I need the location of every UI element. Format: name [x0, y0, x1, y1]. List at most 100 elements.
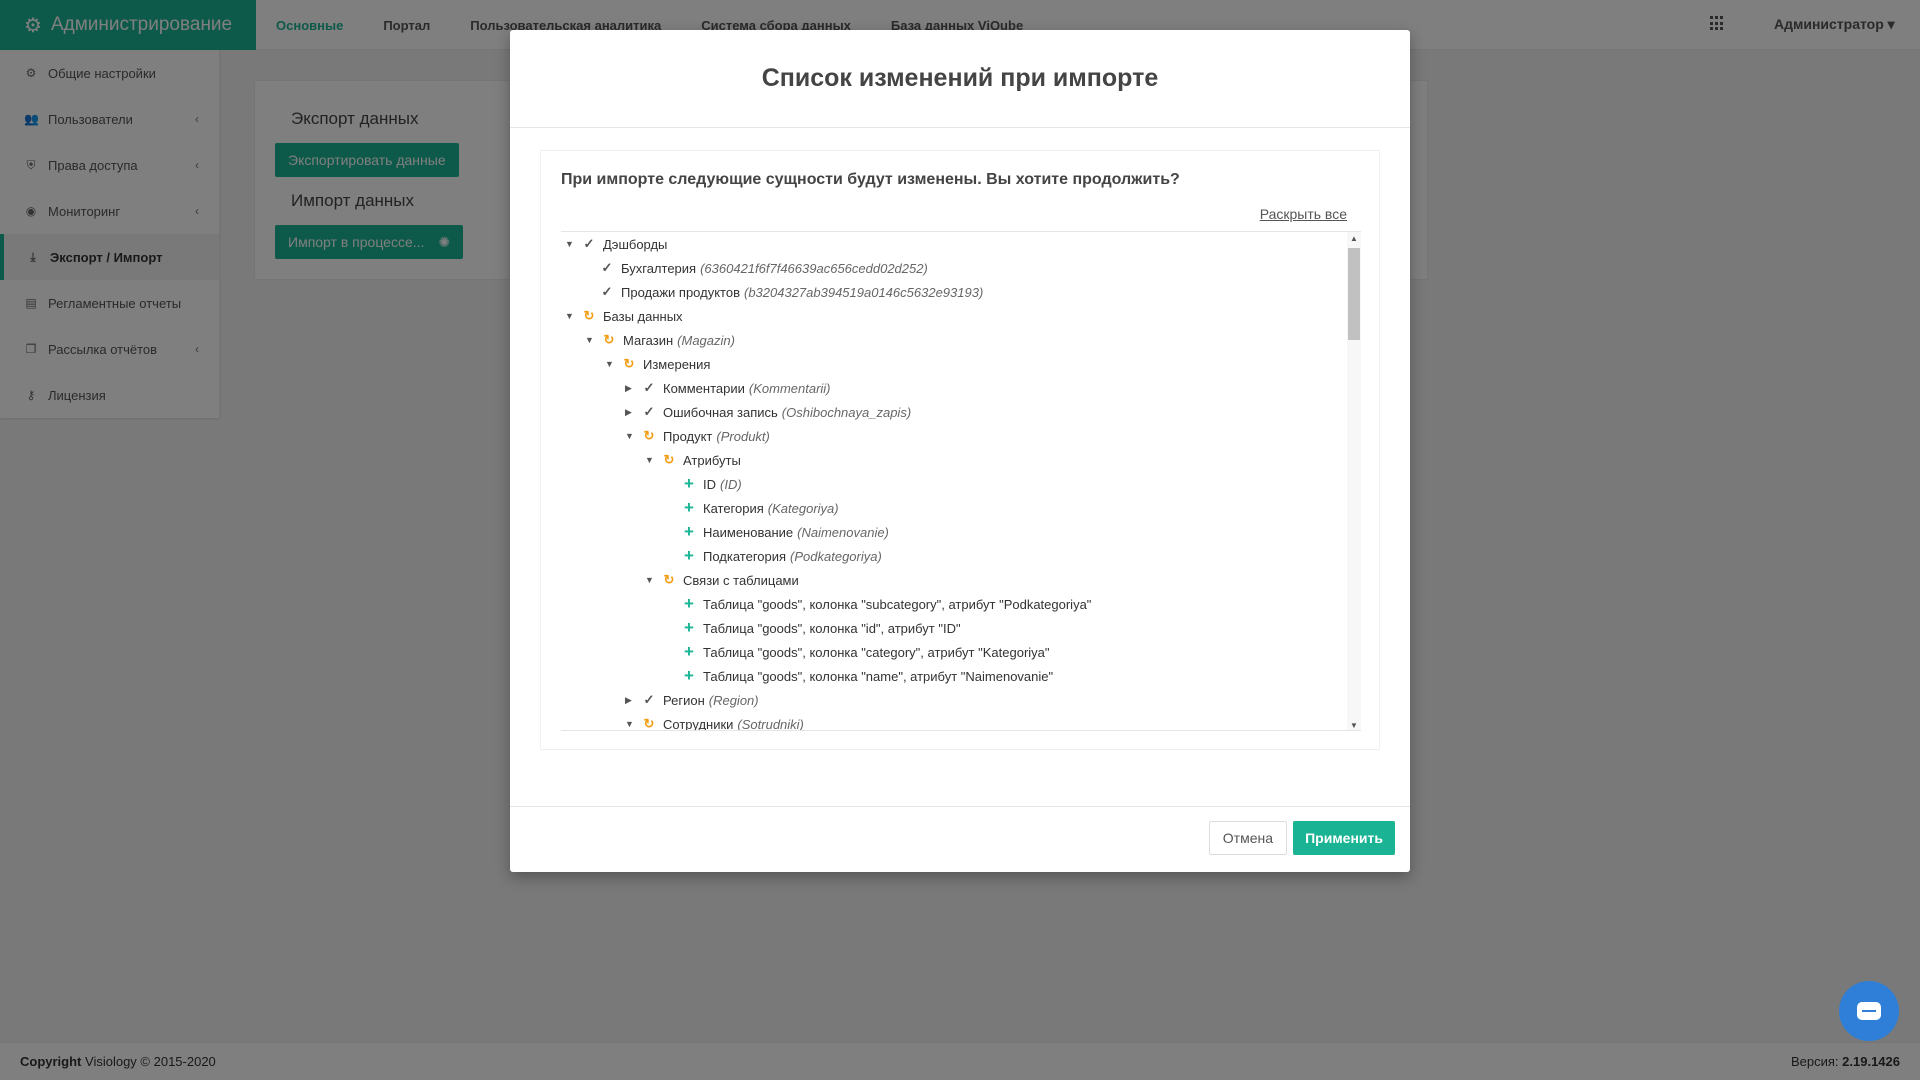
tree-node-name: Бухгалтерия	[621, 260, 697, 276]
plus-icon: +	[684, 546, 694, 565]
scroll-up-icon[interactable]: ▲	[1350, 234, 1358, 243]
plus-icon: +	[684, 498, 694, 517]
tree-node-code: (Magazin)	[677, 332, 735, 348]
tree-node-name: Категория	[703, 500, 764, 516]
sync-icon: ↻	[643, 428, 655, 443]
check-icon: ✓	[643, 692, 655, 707]
tree-node[interactable]: + Подкатегория (Podkategoriya)	[665, 544, 882, 568]
sync-icon: ↻	[623, 356, 635, 371]
tree-node-id: (b3204327ab394519a0146c5632e93193)	[743, 284, 984, 300]
scrollbar-thumb[interactable]	[1348, 248, 1360, 340]
tree-node-name: Комментарии	[663, 380, 745, 396]
tree-node-name: ID	[703, 476, 716, 492]
check-icon: ✓	[601, 260, 613, 275]
check-icon: ✓	[583, 236, 595, 251]
plus-icon: +	[684, 666, 694, 685]
tree-node[interactable]: ▼ ↻ Связи с таблицами	[645, 568, 799, 592]
tree-node[interactable]: ▶ ✓ Регион (Region)	[625, 688, 759, 712]
tree-node[interactable]: ▼ ↻ Магазин (Magazin)	[585, 328, 735, 352]
tree-node-name: Базы данных	[603, 308, 683, 324]
check-icon: ✓	[601, 284, 613, 299]
chat-icon	[1857, 1002, 1881, 1020]
modal-body: При импорте следующие сущности будут изм…	[540, 150, 1380, 750]
apply-button[interactable]: Применить	[1293, 821, 1395, 855]
scroll-down-icon[interactable]: ▼	[1350, 721, 1358, 730]
tree-node[interactable]: ▼ ↻ Базы данных	[565, 304, 683, 328]
tree-node[interactable]: ▶ ✓ Ошибочная запись (Oshibochnaya_zapis…	[625, 400, 911, 424]
tree-node-code: (Produkt)	[716, 428, 770, 444]
tree-node-name: Таблица "goods", колонка "id", атрибут "…	[703, 620, 961, 636]
check-icon: ✓	[643, 380, 655, 395]
tree-node[interactable]: ▶ ✓ Комментарии (Kommentarii)	[625, 376, 831, 400]
tree-node[interactable]: ▼ ↻ Сотрудники (Sotrudniki)	[625, 712, 804, 731]
changes-tree[interactable]: ▼ ✓ Дэшборды ✓ Бухгалтерия (6360421f6f7f…	[561, 231, 1361, 731]
caret-down-icon[interactable]: ▼	[645, 455, 659, 465]
tree-node[interactable]: ▼ ↻ Продукт (Produkt)	[625, 424, 770, 448]
tree-node-name: Наименование	[703, 524, 794, 540]
cancel-button[interactable]: Отмена	[1208, 821, 1287, 855]
caret-right-icon[interactable]: ▶	[625, 383, 639, 394]
tree-node-code: (Sotrudniki)	[737, 716, 804, 731]
tree-node[interactable]: + ID (ID)	[665, 472, 742, 496]
tree-node-name: Магазин	[623, 332, 674, 348]
tree-node-name: Регион	[663, 692, 705, 708]
tree-node-code: (Region)	[708, 692, 759, 708]
plus-icon: +	[684, 618, 694, 637]
tree-node[interactable]: + Таблица "goods", колонка "subcategory"…	[665, 592, 1091, 616]
tree-node-code: (Podkategoriya)	[790, 548, 882, 564]
caret-down-icon[interactable]: ▼	[645, 575, 659, 585]
tree-node-id: (6360421f6f7f46639ac656cedd02d252)	[700, 260, 928, 276]
plus-icon: +	[684, 642, 694, 661]
tree-node-name: Продукт	[663, 428, 713, 444]
caret-down-icon[interactable]: ▼	[625, 431, 639, 441]
tree-node-name: Ошибочная запись	[663, 404, 778, 420]
import-changes-modal: Список изменений при импорте При импорте…	[510, 30, 1410, 872]
tree-node[interactable]: ▼ ↻ Измерения	[605, 352, 710, 376]
caret-right-icon[interactable]: ▶	[625, 407, 639, 418]
sync-icon: ↻	[643, 716, 655, 731]
caret-right-icon[interactable]: ▶	[625, 695, 639, 706]
tree-node-code: (Oshibochnaya_zapis)	[781, 404, 912, 420]
caret-down-icon[interactable]: ▼	[565, 239, 579, 249]
tree-node-code: (ID)	[720, 476, 742, 492]
modal-header: Список изменений при импорте	[510, 30, 1410, 128]
tree-node[interactable]: ▼ ↻ Атрибуты	[645, 448, 741, 472]
plus-icon: +	[684, 594, 694, 613]
confirmation-question: При импорте следующие сущности будут изм…	[561, 171, 1180, 188]
tree-node[interactable]: + Наименование (Naimenovanie)	[665, 520, 889, 544]
caret-down-icon[interactable]: ▼	[565, 311, 579, 321]
sync-icon: ↻	[663, 452, 675, 467]
plus-icon: +	[684, 474, 694, 493]
caret-down-icon[interactable]: ▼	[625, 719, 639, 729]
modal-footer: Отмена Применить	[510, 806, 1410, 872]
tree-node[interactable]: + Таблица "goods", колонка "id", атрибут…	[665, 616, 961, 640]
tree-node[interactable]: + Таблица "goods", колонка "name", атриб…	[665, 664, 1053, 688]
caret-down-icon[interactable]: ▼	[605, 359, 619, 369]
tree-node-name: Таблица "goods", колонка "name", атрибут…	[703, 668, 1054, 684]
chat-widget-button[interactable]	[1839, 981, 1899, 1041]
tree-node-name: Подкатегория	[703, 548, 787, 564]
tree-node-code: (Kategoriya)	[767, 500, 839, 516]
tree-node[interactable]: ✓ Продажи продуктов (b3204327ab394519a01…	[583, 280, 984, 304]
tree-node[interactable]: ✓ Бухгалтерия (6360421f6f7f46639ac656ced…	[583, 256, 928, 280]
sync-icon: ↻	[603, 332, 615, 347]
tree-node[interactable]: ▼ ✓ Дэшборды	[565, 232, 667, 256]
modal-title: Список изменений при импорте	[761, 64, 1159, 92]
sync-icon: ↻	[663, 572, 675, 587]
tree-node-name: Связи с таблицами	[683, 572, 799, 588]
caret-down-icon[interactable]: ▼	[585, 335, 599, 345]
sync-icon: ↻	[583, 308, 595, 323]
tree-scrollbar[interactable]: ▲ ▼	[1347, 232, 1361, 730]
tree-node-code: (Naimenovanie)	[797, 524, 889, 540]
plus-icon: +	[684, 522, 694, 541]
tree-node-name: Таблица "goods", колонка "category", атр…	[703, 644, 1050, 660]
tree-node[interactable]: + Таблица "goods", колонка "category", а…	[665, 640, 1050, 664]
tree-node-name: Продажи продуктов	[621, 284, 740, 300]
tree-node[interactable]: + Категория (Kategoriya)	[665, 496, 839, 520]
tree-node-name: Атрибуты	[683, 452, 741, 468]
tree-node-name: Дэшборды	[603, 236, 668, 252]
tree-node-name: Таблица "goods", колонка "subcategory", …	[703, 596, 1092, 612]
tree-node-name: Сотрудники	[663, 716, 734, 731]
expand-all-link[interactable]: Раскрыть все	[1260, 206, 1347, 222]
check-icon: ✓	[643, 404, 655, 419]
